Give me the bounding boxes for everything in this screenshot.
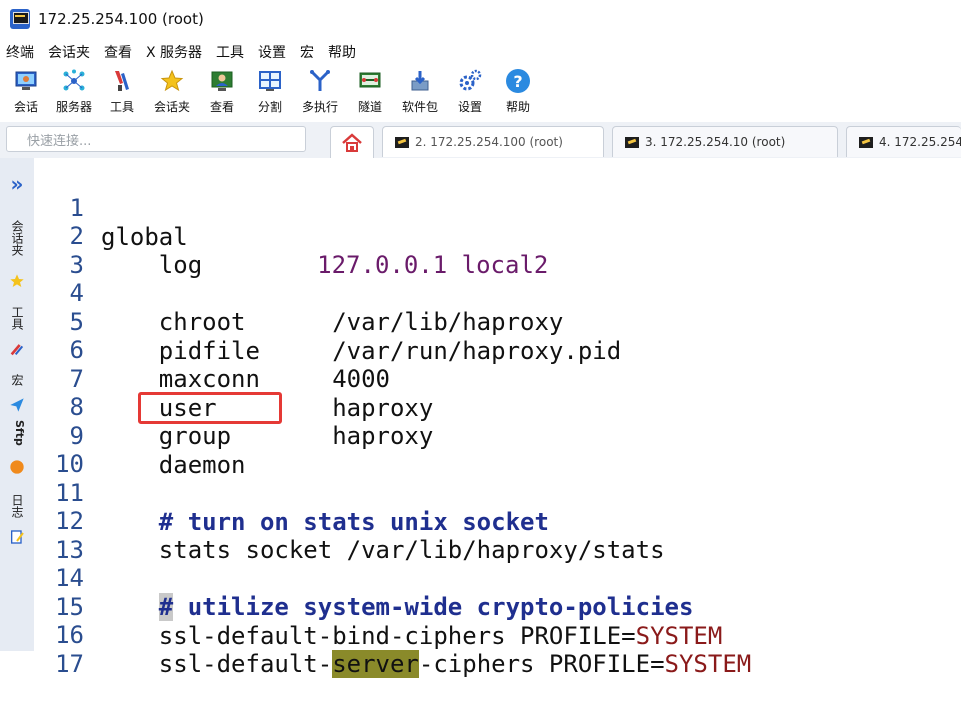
code-line: 3 bbox=[34, 222, 961, 279]
window-title: 172.25.254.100 (root) bbox=[38, 10, 204, 28]
menu-view[interactable]: 查看 bbox=[104, 42, 132, 62]
code-line: 7 user haproxy bbox=[34, 336, 961, 422]
menu-sessions[interactable]: 会话夹 bbox=[48, 42, 90, 62]
menu-bar: 终端 会话夹 查看 X 服务器 工具 设置 宏 帮助 bbox=[0, 38, 961, 66]
menu-tools[interactable]: 工具 bbox=[216, 42, 244, 62]
terminal-icon bbox=[859, 136, 873, 148]
sidebar-item-sftp[interactable]: Sftp bbox=[8, 420, 26, 446]
search-highlight: server bbox=[332, 650, 419, 678]
toolbar-help-button[interactable]: ? 帮助 bbox=[496, 66, 540, 115]
notepad-icon bbox=[8, 528, 26, 546]
sftp-icon bbox=[8, 458, 26, 476]
tab-session-2[interactable]: 2. 172.25.254.100 (root) bbox=[382, 126, 604, 157]
toolbar-split-button[interactable]: 分割 bbox=[248, 66, 292, 115]
menu-settings[interactable]: 设置 bbox=[258, 42, 286, 62]
split-icon bbox=[257, 68, 283, 94]
paper-plane-icon bbox=[8, 396, 26, 414]
code-line: 13 bbox=[34, 507, 961, 564]
code-line: 5 pidfile /var/run/haproxy.pid bbox=[34, 279, 961, 365]
code-line: 1 global bbox=[34, 165, 961, 251]
code-line: 4 chroot /var/lib/haproxy bbox=[34, 250, 961, 336]
star-icon bbox=[8, 272, 26, 290]
left-sidebar: » 会话夹 工具 宏 Sftp 日志 bbox=[0, 158, 35, 651]
tools-icon bbox=[109, 68, 135, 94]
code-line: 8 group haproxy bbox=[34, 364, 961, 450]
tab-session-4[interactable]: 4. 172.25.254 bbox=[846, 126, 961, 157]
quick-connect-input[interactable]: 快速连接... bbox=[6, 126, 306, 152]
code-line: 11 # turn on stats unix socket bbox=[34, 450, 961, 536]
menu-help[interactable]: 帮助 bbox=[328, 42, 356, 62]
expand-sidebar-icon[interactable]: » bbox=[0, 172, 34, 196]
tools-icon bbox=[8, 340, 26, 358]
toolbar: 会话 服务器 工具 会话夹 查看 分割 多执行 隧道 软件包 设置 ? 帮助 bbox=[0, 66, 961, 122]
menu-macros[interactable]: 宏 bbox=[300, 42, 314, 62]
code-line: 14 # utilize system-wide crypto-policies bbox=[34, 535, 961, 621]
servers-icon bbox=[61, 68, 87, 94]
toolbar-servers-button[interactable]: 服务器 bbox=[52, 66, 96, 115]
sidebar-item-macros[interactable]: 宏 bbox=[8, 374, 26, 386]
session-icon bbox=[13, 68, 39, 94]
title-bar: 172.25.254.100 (root) bbox=[0, 0, 961, 38]
sidebar-item-sessions[interactable]: 会话夹 bbox=[8, 220, 26, 256]
gear-icon bbox=[457, 68, 483, 94]
toolbar-view-button[interactable]: 查看 bbox=[200, 66, 244, 115]
view-icon bbox=[209, 68, 235, 94]
code-line: 17 bbox=[34, 621, 961, 678]
star-icon bbox=[159, 68, 185, 94]
toolbar-tools-button[interactable]: 工具 bbox=[100, 66, 144, 115]
home-tab[interactable] bbox=[330, 126, 374, 158]
code-line: 2 log 127.0.0.1 local2 bbox=[34, 193, 961, 279]
code-line: 6 maxconn 4000 bbox=[34, 307, 961, 393]
toolbar-settings-button[interactable]: 设置 bbox=[448, 66, 492, 115]
tabs-row: 快速连接... 2. 172.25.254.100 (root) 3. 172.… bbox=[0, 122, 961, 159]
multiexec-icon bbox=[307, 68, 333, 94]
toolbar-multiexec-button[interactable]: 多执行 bbox=[296, 66, 344, 115]
mobaxterm-app-icon bbox=[10, 9, 30, 29]
sidebar-item-logs[interactable]: 日志 bbox=[8, 494, 26, 518]
annotation-highlight-box bbox=[138, 392, 282, 424]
menu-xserver[interactable]: X 服务器 bbox=[146, 42, 202, 62]
tab-session-3[interactable]: 3. 172.25.254.10 (root) bbox=[612, 126, 838, 157]
menu-terminal[interactable]: 终端 bbox=[6, 42, 34, 62]
toolbar-session-button[interactable]: 会话 bbox=[4, 66, 48, 115]
toolbar-packages-button[interactable]: 软件包 bbox=[396, 66, 444, 115]
tunnel-icon bbox=[357, 68, 383, 94]
home-icon bbox=[342, 132, 362, 152]
terminal-icon bbox=[625, 136, 639, 148]
line-number: 17 bbox=[55, 650, 84, 678]
terminal-icon bbox=[395, 136, 409, 148]
code-line: 12 stats socket /var/lib/haproxy/stats bbox=[34, 478, 961, 564]
sidebar-item-tools[interactable]: 工具 bbox=[8, 306, 26, 330]
terminal-editor[interactable]: 1 global 2 log 127.0.0.1 local2 3 4 chroo… bbox=[34, 158, 961, 678]
toolbar-sessions-button[interactable]: 会话夹 bbox=[148, 66, 196, 115]
code-line: 10 bbox=[34, 421, 961, 478]
toolbar-tunnel-button[interactable]: 隧道 bbox=[348, 66, 392, 115]
packages-icon bbox=[407, 68, 433, 94]
svg-text:?: ? bbox=[513, 72, 522, 91]
help-icon: ? bbox=[505, 68, 531, 94]
code-line: 15 ssl-default-bind-ciphers PROFILE=SYST… bbox=[34, 564, 961, 650]
code-line: 16 ssl-default-server-ciphers PROFILE=SY… bbox=[34, 592, 961, 678]
